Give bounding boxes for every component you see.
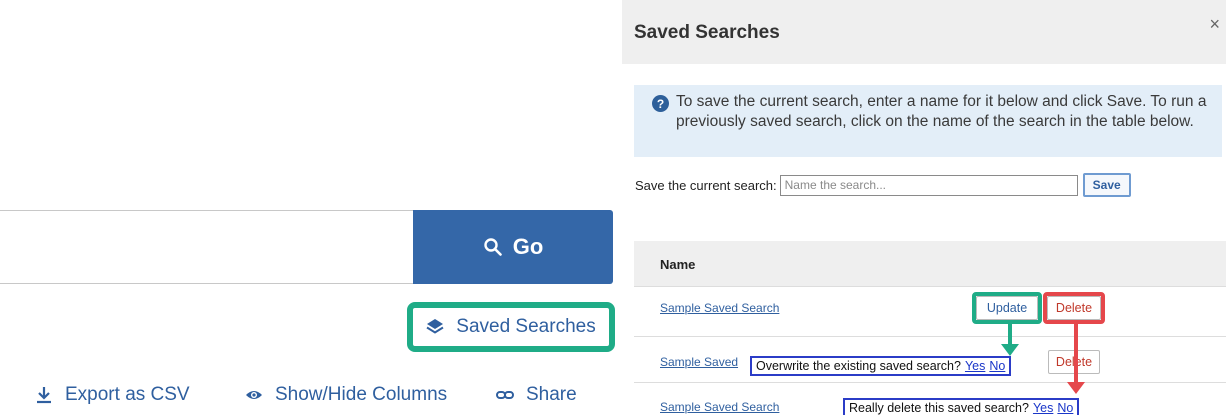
export-csv-link[interactable]: Export as CSV [35,379,190,411]
question-circle-icon: ? [652,95,669,112]
update-highlight [972,292,1042,324]
delete-confirm-text: Really delete this saved search? [849,401,1029,415]
search-name-input[interactable] [779,174,1078,196]
go-label: Go [512,234,544,259]
saved-searches-label: Saved Searches [456,316,596,337]
update-arrow [1001,322,1019,356]
row-divider [634,382,1226,383]
overwrite-confirm-text: Overwrite the existing saved search? [756,359,961,373]
column-header-name: Name [660,257,696,272]
saved-search-link[interactable]: Sample Saved [660,355,738,369]
saved-search-link[interactable]: Sample Saved Search [660,301,779,315]
action-links: Export as CSV Show/Hide Columns Share [0,379,620,411]
link-icon [496,391,514,399]
show-hide-columns-label: Show/Hide Columns [275,384,448,405]
save-row: Save the current search: Save [635,172,1131,198]
share-link[interactable]: Share [496,379,577,411]
export-csv-label: Export as CSV [65,384,190,405]
info-box: ? To save the current search, enter a na… [634,85,1222,157]
delete-highlight [1043,292,1105,324]
delete-yes-link[interactable]: Yes [1033,401,1053,415]
share-label: Share [526,384,577,405]
overwrite-no-link[interactable]: No [989,359,1005,373]
go-button[interactable]: Go [413,210,613,284]
overwrite-yes-link[interactable]: Yes [965,359,985,373]
delete-confirm: Really delete this saved search? Yes No [843,398,1080,415]
saved-searches-link[interactable]: Saved Searches [407,302,615,352]
saved-searches-panel: Saved Searches × ? To save the current s… [622,0,1226,415]
close-icon[interactable]: × [1209,14,1220,35]
delete-no-link[interactable]: No [1057,401,1073,415]
eye-icon [246,391,262,399]
download-icon [37,387,51,404]
overwrite-confirm: Overwrite the existing saved search? Yes… [750,356,1012,376]
saved-search-link[interactable]: Sample Saved Search [660,400,779,414]
panel-title: Saved Searches [634,22,780,43]
panel-header: Saved Searches × [622,0,1226,64]
row-divider [634,336,1226,337]
search-input[interactable] [0,210,414,284]
save-label: Save the current search: [635,177,777,193]
show-hide-columns-link[interactable]: Show/Hide Columns [245,379,447,411]
layers-icon [426,319,444,334]
delete-arrow [1067,322,1085,394]
table-header: Name [634,241,1226,287]
info-text: To save the current search, enter a name… [676,93,1207,130]
save-button[interactable]: Save [1082,173,1131,197]
search-icon [484,238,502,256]
